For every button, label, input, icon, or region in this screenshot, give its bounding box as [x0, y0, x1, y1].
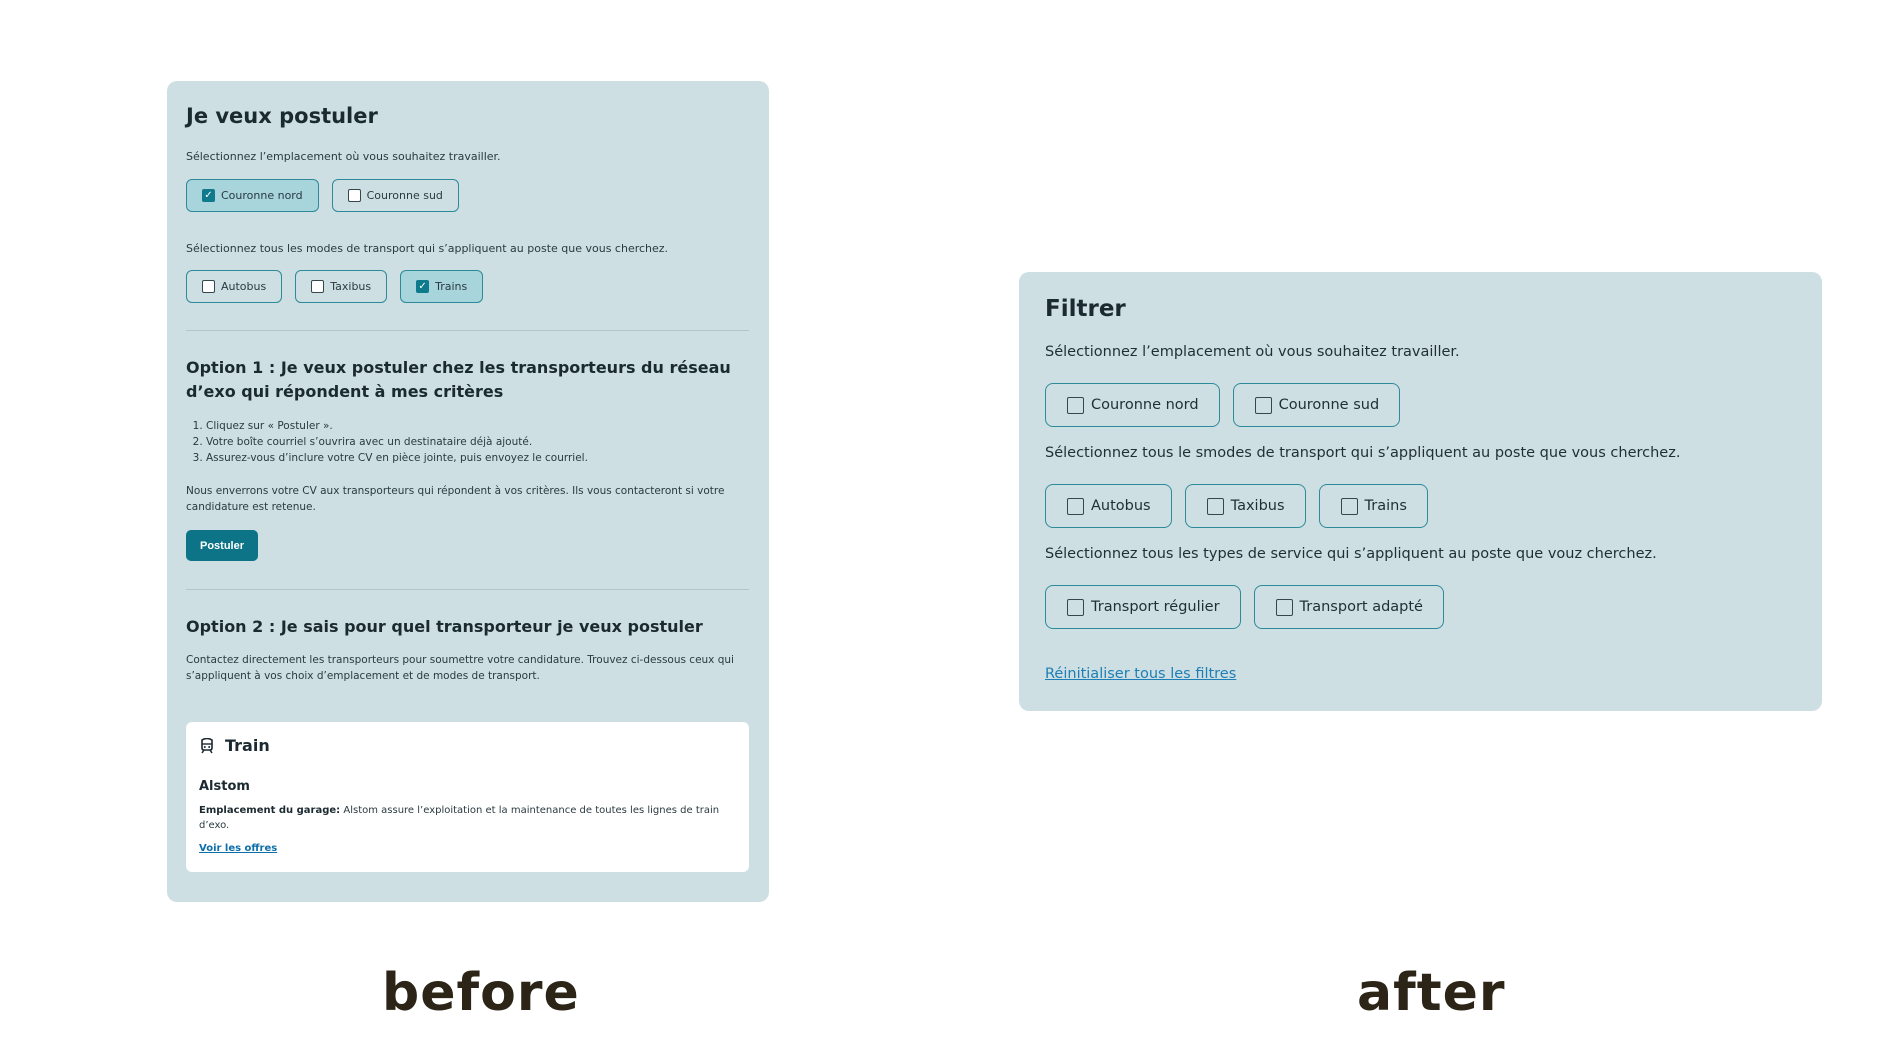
reset-filters-link[interactable]: Réinitialiser tous les filtres — [1045, 666, 1236, 682]
checkbox-icon[interactable] — [1254, 396, 1272, 414]
after-service-chips: Transport régulier Transport adapté — [1045, 585, 1444, 629]
chip-label: Transport régulier — [1091, 599, 1220, 615]
card-header: Train — [199, 736, 270, 755]
option1-title: Option 1 : Je veux postuler chez les tra… — [186, 358, 731, 401]
postuler-button[interactable]: Postuler — [186, 530, 259, 561]
card-description: Emplacement du garage: Alstom assure l’e… — [199, 803, 739, 833]
chip-couronne-sud[interactable]: Couronne sud — [1232, 383, 1401, 427]
step-item: Cliquez sur « Postuler ». — [206, 418, 588, 434]
chip-label: Autobus — [1091, 498, 1151, 514]
transporter-card: Train Alstom Emplacement du garage: Alst… — [186, 722, 749, 872]
after-transport-prompt: Sélectionnez tous le smodes de transport… — [1045, 445, 1681, 461]
after-location-chips: Couronne nord Couronne sud — [1045, 383, 1401, 427]
chip-label: Autobus — [221, 280, 267, 293]
checkbox-icon[interactable] — [1206, 497, 1224, 515]
after-transport-chips: Autobus Taxibus Trains — [1045, 484, 1428, 528]
step-item: Votre boîte courriel s’ouvrira avec un d… — [206, 434, 588, 450]
chip-taxibus[interactable]: Taxibus — [1184, 484, 1306, 528]
chip-label: Taxibus — [330, 280, 372, 293]
chip-label: Taxibus — [1230, 498, 1285, 514]
chip-label: Trains — [435, 280, 468, 293]
chip-label: Couronne sud — [1278, 397, 1380, 413]
step-item: Assurez-vous d’inclure votre CV en pièce… — [206, 450, 588, 466]
after-panel: Filtrer Sélectionnez l’emplacement où vo… — [1019, 272, 1822, 711]
checkbox-icon[interactable] — [1275, 598, 1293, 616]
card-operator: Alstom — [199, 779, 250, 794]
checkbox-icon[interactable] — [1067, 497, 1084, 515]
chip-trains[interactable]: Trains — [1318, 484, 1428, 528]
divider — [186, 589, 749, 590]
chip-trains[interactable]: ✓ Trains — [400, 270, 484, 303]
before-caption: before — [382, 963, 580, 1023]
chip-label: Transport adapté — [1299, 599, 1423, 615]
before-location-chips: ✓ Couronne nord Couronne sud — [186, 179, 459, 212]
option2-note: Contactez directement les transporteurs … — [186, 654, 734, 682]
after-service-prompt: Sélectionnez tous les types de service q… — [1045, 546, 1657, 562]
option1-note: Nous enverrons votre CV aux transporteur… — [186, 485, 725, 513]
after-location-prompt: Sélectionnez l’emplacement où vous souha… — [1045, 344, 1460, 360]
option1-steps: Cliquez sur « Postuler ». Votre boîte co… — [186, 418, 588, 466]
checkbox-icon[interactable] — [1067, 396, 1084, 414]
option2-title: Option 2 : Je sais pour quel transporteu… — [186, 617, 703, 636]
voir-offres-link[interactable]: Voir les offres — [199, 843, 277, 854]
chip-autobus[interactable]: Autobus — [186, 270, 283, 303]
chip-label: Couronne nord — [1091, 397, 1199, 413]
chip-transport-adapte[interactable]: Transport adapté — [1253, 585, 1444, 629]
after-caption: after — [1357, 963, 1506, 1023]
divider — [186, 330, 749, 331]
chip-taxibus[interactable]: Taxibus — [295, 270, 388, 303]
before-panel: Je veux postuler Sélectionnez l’emplacem… — [167, 81, 769, 902]
before-transport-chips: Autobus Taxibus ✓ Trains — [186, 270, 484, 303]
garage-label: Emplacement du garage: — [199, 805, 341, 816]
before-transport-prompt: Sélectionnez tous les modes de transport… — [186, 242, 669, 255]
checkbox-checked-icon[interactable]: ✓ — [416, 280, 430, 293]
checkbox-icon[interactable] — [347, 189, 361, 202]
checkbox-icon[interactable] — [1340, 497, 1358, 515]
before-location-prompt: Sélectionnez l’emplacement où vous souha… — [186, 150, 501, 163]
after-title: Filtrer — [1045, 296, 1126, 322]
checkbox-icon[interactable] — [311, 280, 325, 293]
chip-label: Trains — [1364, 498, 1407, 514]
chip-couronne-sud[interactable]: Couronne sud — [331, 179, 459, 212]
chip-couronne-nord[interactable]: Couronne nord — [1045, 383, 1220, 427]
chip-transport-regulier[interactable]: Transport régulier — [1045, 585, 1241, 629]
chip-label: Couronne nord — [221, 189, 303, 202]
card-mode: Train — [225, 736, 270, 755]
chip-autobus[interactable]: Autobus — [1045, 484, 1172, 528]
checkbox-icon[interactable] — [202, 280, 215, 293]
chip-label: Couronne sud — [366, 189, 443, 202]
chip-couronne-nord[interactable]: ✓ Couronne nord — [186, 179, 319, 212]
train-icon — [201, 737, 213, 753]
checkbox-checked-icon[interactable]: ✓ — [202, 189, 215, 202]
checkbox-icon[interactable] — [1067, 598, 1084, 616]
before-title: Je veux postuler — [186, 104, 378, 128]
